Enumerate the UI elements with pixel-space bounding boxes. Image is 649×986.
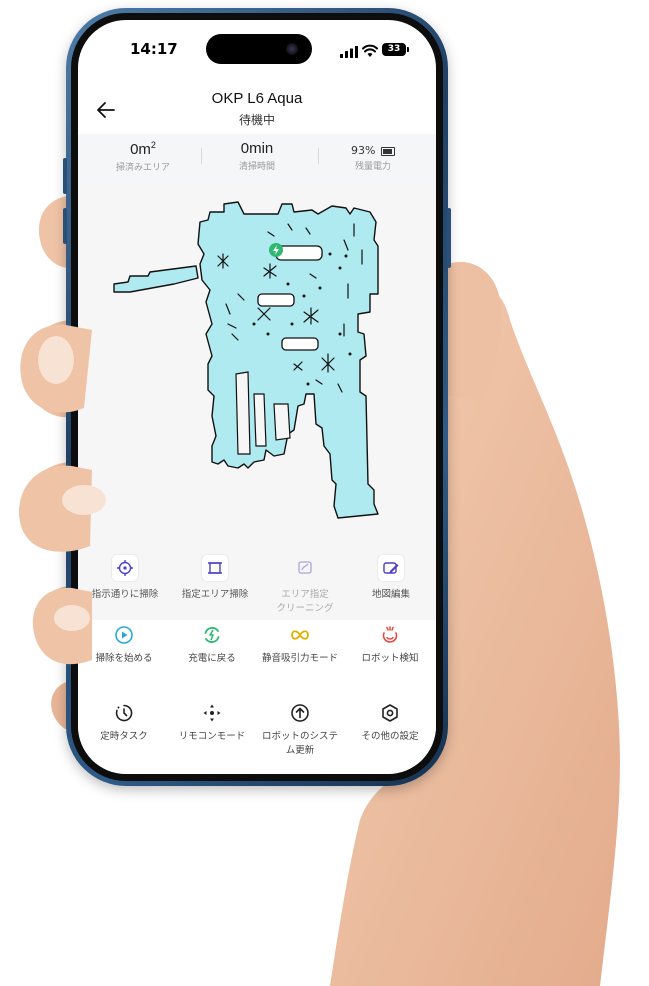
stat-battery: 93% 残量電力 <box>318 140 428 172</box>
area-select-icon <box>208 562 222 574</box>
time-value: 0min <box>240 140 274 157</box>
stat-area: 0m2 掃済みエリア <box>88 140 198 173</box>
volume-up-button <box>63 158 67 194</box>
stat-time: 0min 清掃時間 <box>202 140 312 172</box>
power-button <box>447 208 451 268</box>
action-label: 掃除を始める <box>95 653 153 664</box>
action-label: その他の設定 <box>361 731 419 742</box>
timer-icon <box>115 704 133 722</box>
battery-level-icon <box>380 146 395 156</box>
area-unit-sup: 2 <box>150 140 156 150</box>
tool-label: 指示通りに掃除 <box>91 589 159 600</box>
app-screen: 14:17 33 OKP L6 Aqua 待機中 0m2 掃済みエリア 0min… <box>78 20 436 774</box>
time-label: 清掃時間 <box>238 162 275 172</box>
tool-label: 指定エリア掃除 <box>181 589 249 600</box>
tool-room-clean[interactable]: エリア指定 クリーニング <box>260 554 350 616</box>
action-label: 定時タスク <box>100 731 148 742</box>
suction-mode-button[interactable]: 静音吸引力モード <box>254 624 346 666</box>
target-crosshair-icon <box>117 560 133 576</box>
battery-value: 93% <box>351 144 376 157</box>
robot-locate-icon <box>382 626 398 643</box>
status-time: 14:17 <box>130 40 178 58</box>
action-label: ロボットのシステ ム更新 <box>261 731 338 756</box>
area-label: 掃済みエリア <box>115 163 170 173</box>
locate-robot-button[interactable]: ロボット検知 <box>344 624 436 666</box>
wifi-icon <box>362 44 378 57</box>
tool-label: 地図編集 <box>371 589 410 600</box>
area-cleaning-icon <box>298 561 312 574</box>
device-status: 待機中 <box>238 113 275 127</box>
recharge-icon <box>204 627 220 643</box>
infinity-icon <box>291 630 309 640</box>
device-title: OKP L6 Aqua <box>211 90 303 107</box>
front-camera <box>286 43 298 55</box>
action-label: ロボット検知 <box>361 653 419 664</box>
floor-map-svg[interactable] <box>78 184 436 554</box>
remote-dpad-icon <box>203 704 221 722</box>
tool-map-edit[interactable]: 地図編集 <box>346 554 436 602</box>
cleaning-map[interactable] <box>78 184 436 554</box>
upgrade-icon <box>291 704 309 722</box>
tool-label: エリア指定 クリーニング <box>276 589 334 614</box>
dynamic-island <box>206 34 312 64</box>
play-circle-icon <box>115 626 133 644</box>
action-label: リモコンモード <box>178 731 246 742</box>
primary-actions: 掃除を始める 充電に戻る 静音吸引力モード ロボット検知 <box>78 624 436 694</box>
cleaning-stats: 0m2 掃済みエリア 0min 清掃時間 93% 残量電力 <box>78 134 436 184</box>
action-label: 静音吸引力モード <box>261 653 338 664</box>
floor-plan <box>113 201 379 519</box>
phone-frame: 14:17 33 OKP L6 Aqua 待機中 0m2 掃済みエリア 0min… <box>63 8 451 786</box>
start-cleaning-button[interactable]: 掃除を始める <box>78 624 170 666</box>
battery-icon: 33 <box>382 43 409 56</box>
map-edit-icon <box>383 562 399 574</box>
map-edit-toolbar: 指示通りに掃除 指定エリア掃除 エリア指定 クリーニング 地図編集 <box>78 550 436 620</box>
status-bar: 14:17 33 <box>78 20 436 80</box>
secondary-actions: 定時タスク リモコンモード ロボットのシステ ム更新 その他の設定 <box>78 702 436 772</box>
tool-spot-clean[interactable]: 指示通りに掃除 <box>80 554 170 602</box>
volume-down-button <box>63 208 67 244</box>
settings-hex-icon <box>382 704 398 722</box>
remote-control-button[interactable]: リモコンモード <box>166 702 258 744</box>
system-update-button[interactable]: ロボットのシステ ム更新 <box>254 702 346 758</box>
area-value: 0m <box>130 141 151 158</box>
action-label: 充電に戻る <box>188 653 236 664</box>
tool-area-clean[interactable]: 指定エリア掃除 <box>170 554 260 602</box>
charging-dock-icon <box>269 243 283 257</box>
battery-label: 残量電力 <box>354 162 391 172</box>
scheduled-task-button[interactable]: 定時タスク <box>78 702 170 744</box>
cellular-signal-icon <box>340 46 358 58</box>
more-settings-button[interactable]: その他の設定 <box>344 702 436 744</box>
return-to-dock-button[interactable]: 充電に戻る <box>166 624 258 666</box>
